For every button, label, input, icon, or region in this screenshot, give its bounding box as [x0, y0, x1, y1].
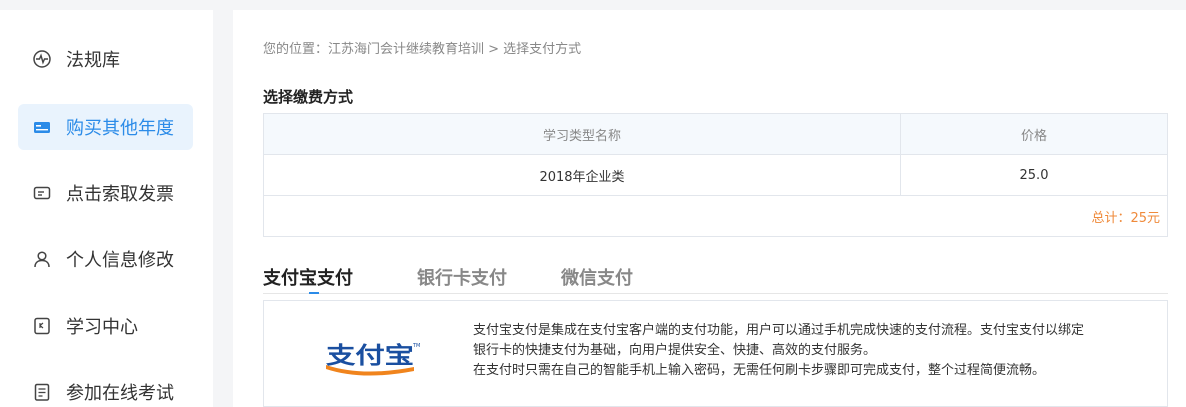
user-icon: [32, 249, 52, 269]
sidebar-item-label: 学习中心: [66, 317, 138, 338]
sidebar-item-label: 个人信息修改: [66, 250, 174, 271]
main-content: 您的位置：江苏海门会计继续教育培训 > 选择支付方式 选择缴费方式 学习类型名称…: [233, 10, 1186, 407]
description-line: 银行卡的快捷支付为基础，向用户提供安全、快捷、高效的支付服务。: [473, 343, 877, 358]
column-header-study-type: 学习类型名称: [264, 114, 901, 154]
price-table: 学习类型名称 价格 2018年企业类 25.0 总计：25元: [263, 113, 1168, 237]
tab-wechat-pay[interactable]: 微信支付: [561, 264, 633, 290]
breadcrumb: 您的位置：江苏海门会计继续教育培训 > 选择支付方式: [263, 42, 582, 57]
tab-bank-card[interactable]: 银行卡支付: [417, 264, 507, 290]
active-tab-indicator: [309, 292, 319, 294]
price-cell: 25.0: [1019, 167, 1049, 183]
sidebar-item-label: 法规库: [66, 50, 120, 71]
table-row: 2018年企业类 25.0: [264, 155, 1167, 196]
pulse-circle-icon: [32, 49, 52, 69]
card-icon: [32, 117, 52, 137]
total-amount: 总计：25元: [1091, 211, 1160, 226]
sidebar-item-edit-profile[interactable]: 个人信息修改: [18, 236, 193, 282]
svg-text:支付宝: 支付宝: [325, 342, 414, 369]
table-header: 学习类型名称 价格: [264, 114, 1167, 155]
sidebar-item-learning-center[interactable]: 学习中心: [18, 303, 193, 349]
column-header-price: 价格: [1020, 128, 1047, 144]
sidebar-item-label: 点击索取发票: [66, 184, 174, 205]
sidebar-item-online-exam[interactable]: 参加在线考试: [18, 369, 193, 407]
alipay-panel: 支付宝 TM 支付宝支付是集成在支付宝客户端的支付功能，用户可以通过手机完成快速…: [263, 300, 1168, 407]
svg-text:TM: TM: [412, 343, 420, 349]
study-type-cell: 2018年企业类: [264, 155, 901, 195]
description-line: 在支付时只需在自己的智能手机上输入密码，无需任何刷卡步骤即可完成支付，整个过程简…: [473, 363, 1046, 378]
sidebar-item-buy-other-year[interactable]: 购买其他年度: [18, 104, 193, 150]
payment-section-title: 选择缴费方式: [263, 88, 354, 106]
invoice-icon: [32, 183, 52, 203]
exam-icon: [32, 382, 52, 402]
sidebar: 法规库 购买其他年度 点击索取发票 个人信息修改 学习中心 参加在线考试: [0, 10, 213, 407]
alipay-logo: 支付宝 TM: [322, 341, 422, 377]
sidebar-item-law-library[interactable]: 法规库: [18, 36, 193, 82]
sidebar-item-label: 参加在线考试: [66, 383, 174, 404]
book-icon: [32, 316, 52, 336]
tab-alipay[interactable]: 支付宝支付: [263, 264, 353, 290]
payment-method-tabs: 支付宝支付 银行卡支付 微信支付: [263, 264, 1168, 294]
sidebar-item-request-invoice[interactable]: 点击索取发票: [18, 170, 193, 216]
sidebar-item-label: 购买其他年度: [66, 118, 174, 139]
alipay-description: 支付宝支付是集成在支付宝客户端的支付功能，用户可以通过手机完成快速的支付流程。支…: [473, 321, 1153, 381]
description-line: 支付宝支付是集成在支付宝客户端的支付功能，用户可以通过手机完成快速的支付流程。支…: [473, 323, 1085, 338]
